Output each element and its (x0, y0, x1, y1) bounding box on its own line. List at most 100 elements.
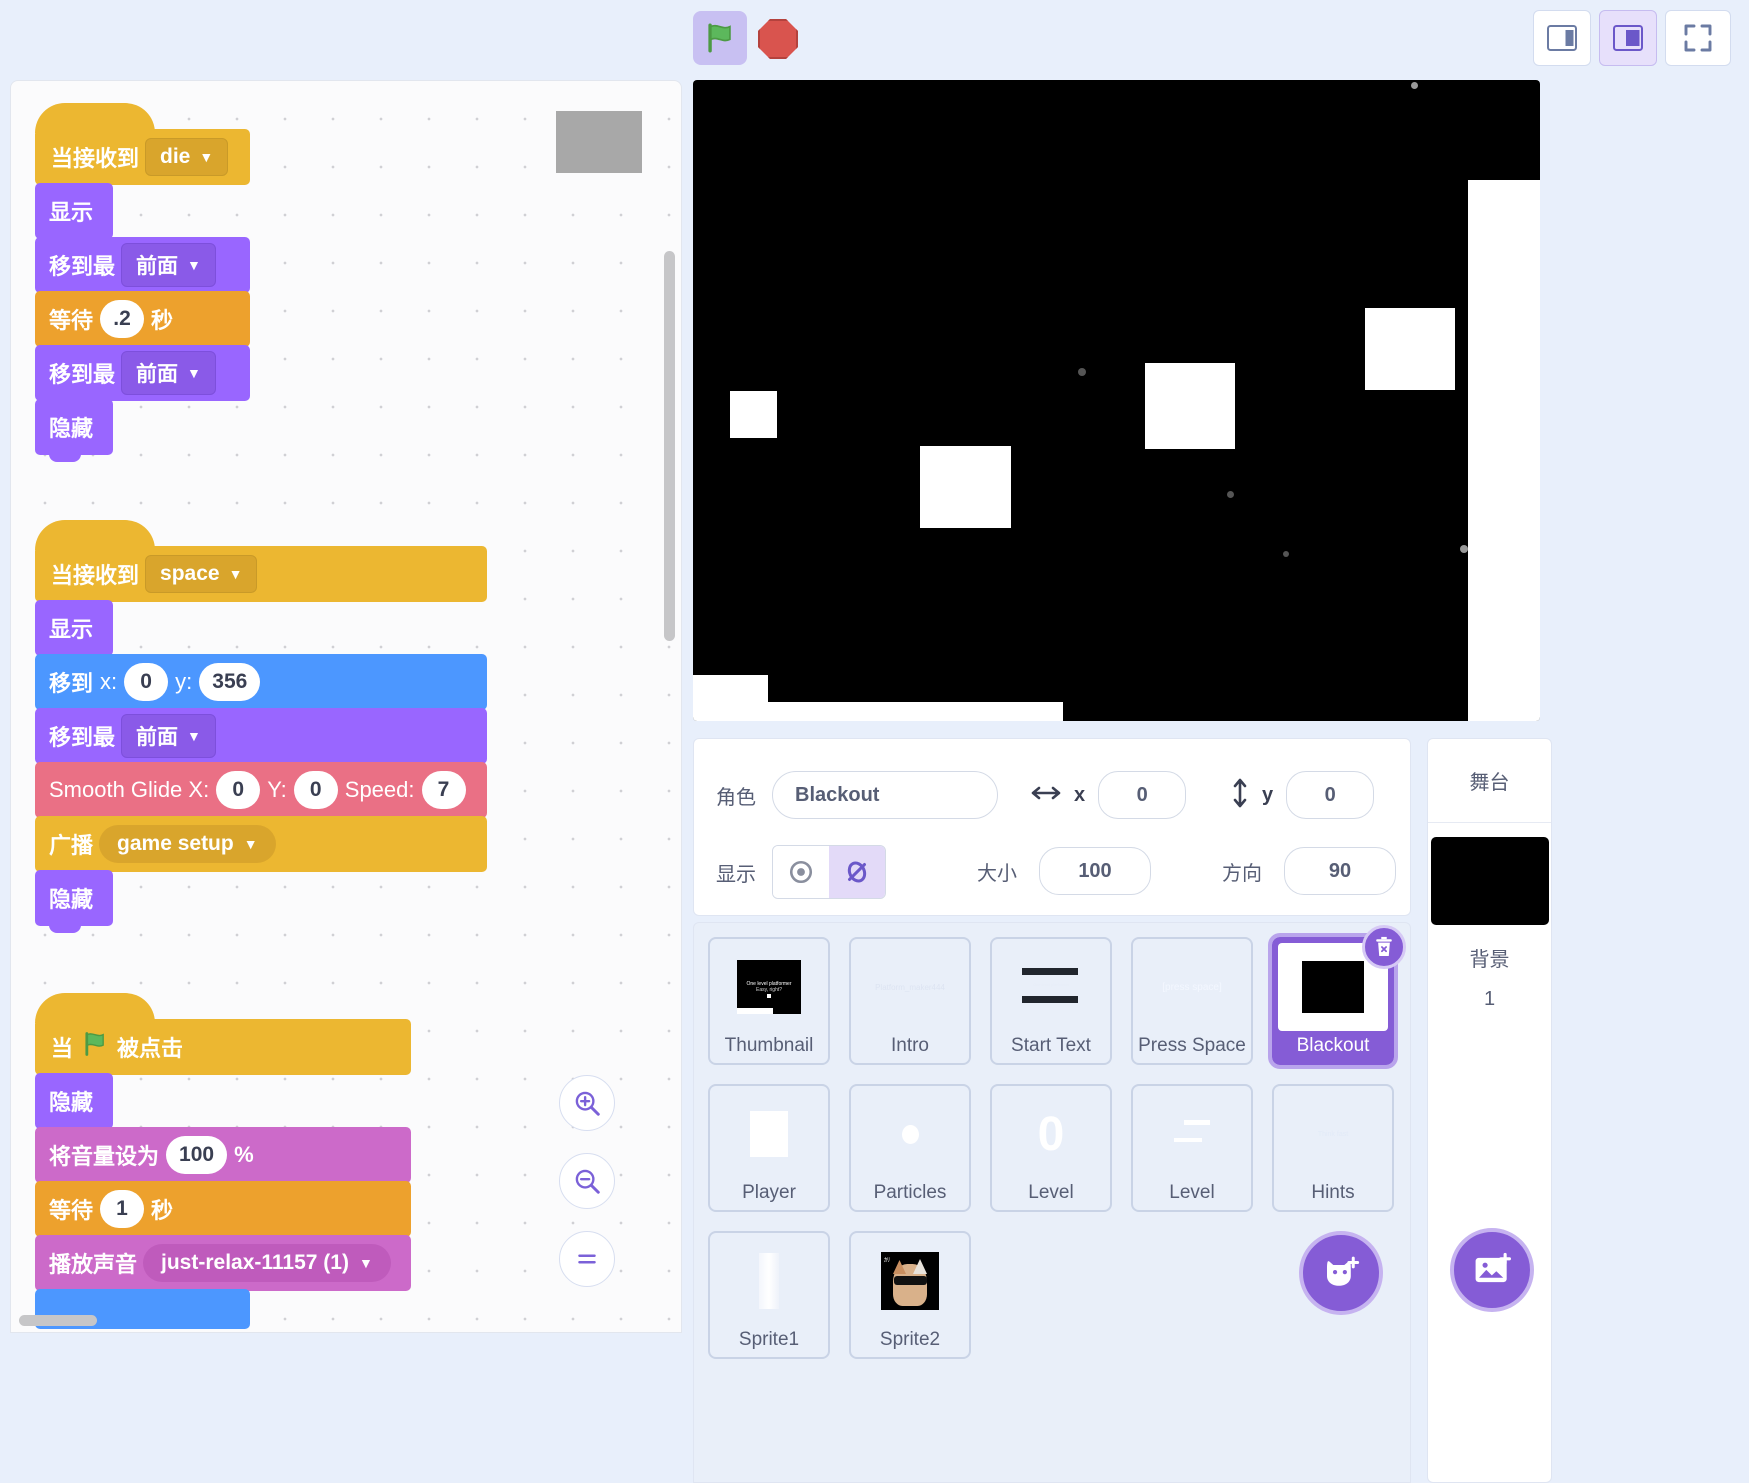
sprite-tile-label: Sprite1 (739, 1329, 799, 1351)
block-go-to-xy[interactable]: 移到 x: 0 y: 356 (35, 654, 487, 710)
y-arrow-icon (1231, 778, 1249, 813)
zoom-out-button[interactable] (559, 1153, 615, 1209)
block-label: 广播 (49, 828, 93, 860)
wait-duration-input[interactable]: 1 (100, 1190, 144, 1228)
block-label: 隐藏 (49, 882, 93, 914)
zoom-in-button[interactable] (559, 1075, 615, 1131)
block-when-flag-clicked[interactable]: 当 被点击 (35, 1019, 411, 1075)
sound-dropdown[interactable]: just-relax-11157 (1) ▼ (143, 1244, 391, 1282)
volume-input[interactable]: 100 (166, 1136, 227, 1174)
message-dropdown[interactable]: space ▼ (145, 555, 257, 593)
stage-thumbnail[interactable] (1431, 837, 1549, 925)
glide-speed-input[interactable]: 7 (422, 771, 466, 809)
layer-dropdown[interactable]: 前面 ▼ (121, 714, 216, 758)
sprite-name-label: 角色 (716, 781, 756, 810)
layer-dropdown[interactable]: 前面 ▼ (121, 243, 216, 287)
glide-x-input[interactable]: 0 (216, 771, 260, 809)
block-hide[interactable]: 隐藏 (35, 1073, 113, 1129)
visibility-toggle[interactable] (772, 845, 886, 899)
code-workspace[interactable]: 当接收到 die ▼ 显示 移到最 前面 ▼ 等待 .2 秒 移到最 (10, 80, 682, 1333)
sprite-thumbnail: ｶﾘ (855, 1237, 965, 1325)
sprite-tile-intro[interactable]: Platform_maker444 Intro (849, 937, 971, 1065)
script-when-receive-space[interactable]: 当接收到 space ▼ 显示 移到 x: 0 y: 356 移到最 前面 ▼ (35, 546, 487, 926)
sprite-tile-label: Start Text (1011, 1035, 1091, 1057)
block-wait-seconds[interactable]: 等待 1 秒 (35, 1181, 411, 1237)
block-go-to-front[interactable]: 移到最 前面 ▼ (35, 708, 487, 764)
zoom-out-icon (572, 1166, 602, 1196)
sprite-tile-press-space[interactable]: [press space] Press Space (1131, 937, 1253, 1065)
sprite-tile-blackout[interactable]: Blackout (1272, 937, 1394, 1065)
fullscreen-button[interactable] (1665, 10, 1731, 66)
block-when-i-receive[interactable]: 当接收到 die ▼ (35, 129, 250, 185)
stage-particle (1460, 545, 1468, 553)
block-set-volume[interactable]: 将音量设为 100 % (35, 1127, 411, 1183)
chevron-down-icon: ▼ (359, 1256, 373, 1270)
hide-sprite-button[interactable] (829, 846, 885, 898)
green-flag-icon (703, 21, 737, 55)
stage-selector-panel[interactable]: 舞台 背景 1 (1427, 738, 1552, 1483)
glide-y-input[interactable]: 0 (294, 771, 338, 809)
zoom-reset-button[interactable] (559, 1231, 615, 1287)
script-when-flag-clicked[interactable]: 当 被点击 隐藏 将音量设为 100 % 等待 1 秒 (35, 1019, 411, 1329)
sprite-tile-particles[interactable]: Particles (849, 1084, 971, 1212)
sprite-tile-sprite1[interactable]: Sprite1 (708, 1231, 830, 1359)
chevron-down-icon: ▼ (199, 150, 213, 164)
x-input[interactable]: 0 (124, 663, 168, 701)
chevron-down-icon: ▼ (187, 729, 201, 743)
delete-sprite-button[interactable] (1362, 925, 1406, 969)
x-input[interactable]: 0 (1098, 771, 1186, 819)
code-vertical-scrollbar[interactable] (664, 251, 675, 641)
message-dropdown[interactable]: die ▼ (145, 138, 228, 176)
sprite-thumbnail: [press space] (1137, 943, 1247, 1031)
block-show[interactable]: 显示 (35, 183, 113, 239)
stop-button[interactable] (757, 18, 799, 60)
y-input[interactable]: 356 (199, 663, 260, 701)
sprite-tiles: One level platformer Easy, right? Thumbn… (708, 937, 1396, 1359)
wait-duration-input[interactable]: .2 (100, 300, 144, 338)
sprite-list-panel: One level platformer Easy, right? Thumbn… (693, 922, 1411, 1483)
code-horizontal-scrollbar[interactable] (19, 1315, 97, 1326)
block-broadcast[interactable]: 广播 game setup ▼ (35, 816, 487, 872)
layer-dropdown[interactable]: 前面 ▼ (121, 351, 216, 395)
small-stage-button[interactable] (1533, 10, 1591, 66)
block-hide[interactable]: 隐藏 (35, 870, 113, 926)
stage-canvas[interactable] (693, 80, 1540, 721)
green-flag-button[interactable] (693, 11, 747, 65)
block-label: 显示 (49, 612, 93, 644)
block-go-to-front[interactable]: 移到最 前面 ▼ (35, 237, 250, 293)
y-input[interactable]: 0 (1286, 771, 1374, 819)
add-backdrop-button[interactable] (1450, 1228, 1534, 1312)
direction-input[interactable]: 90 (1284, 847, 1396, 895)
message-value: die (160, 145, 190, 169)
block-when-i-receive[interactable]: 当接收到 space ▼ (35, 546, 487, 602)
zoom-reset-icon (574, 1246, 600, 1272)
show-sprite-button[interactable] (773, 846, 829, 898)
stage-white-square (1145, 363, 1235, 449)
chevron-down-icon: ▼ (244, 837, 258, 851)
block-play-sound[interactable]: 播放声音 just-relax-11157 (1) ▼ (35, 1235, 411, 1291)
size-input[interactable]: 100 (1039, 847, 1151, 895)
sprite-tile-level[interactable]: Level (1131, 1084, 1253, 1212)
script-when-receive-die[interactable]: 当接收到 die ▼ 显示 移到最 前面 ▼ 等待 .2 秒 移到最 (35, 129, 250, 455)
stage-panel-header: 舞台 (1428, 739, 1551, 823)
sprite-tile-start-text[interactable]: One level platformer Start Text (990, 937, 1112, 1065)
stage-area[interactable] (693, 80, 1540, 721)
sprite-tile-sprite2[interactable]: ｶﾘ Sprite2 (849, 1231, 971, 1359)
block-wait-seconds[interactable]: 等待 .2 秒 (35, 291, 250, 347)
block-label: 等待 (49, 303, 93, 335)
sprite-tile-score[interactable]: 0 Level (990, 1084, 1112, 1212)
block-smooth-glide[interactable]: Smooth Glide X: 0 Y: 0 Speed: 7 (35, 762, 487, 818)
block-show[interactable]: 显示 (35, 600, 113, 656)
block-go-to-front-2[interactable]: 移到最 前面 ▼ (35, 345, 250, 401)
stage-white-square (730, 391, 777, 438)
sprite-name-input[interactable]: Blackout (772, 771, 998, 819)
normal-stage-button[interactable] (1599, 10, 1657, 66)
sprite-tile-thumbnail[interactable]: One level platformer Easy, right? Thumbn… (708, 937, 830, 1065)
add-sprite-button[interactable] (1299, 1231, 1383, 1315)
block-label: 移到最 (49, 357, 115, 389)
broadcast-dropdown[interactable]: game setup ▼ (99, 825, 276, 863)
sprite-tile-hints[interactable]: Think fast Hints (1272, 1084, 1394, 1212)
block-hide[interactable]: 隐藏 (35, 399, 113, 455)
small-stage-icon (1547, 25, 1577, 51)
sprite-tile-player[interactable]: Player (708, 1084, 830, 1212)
